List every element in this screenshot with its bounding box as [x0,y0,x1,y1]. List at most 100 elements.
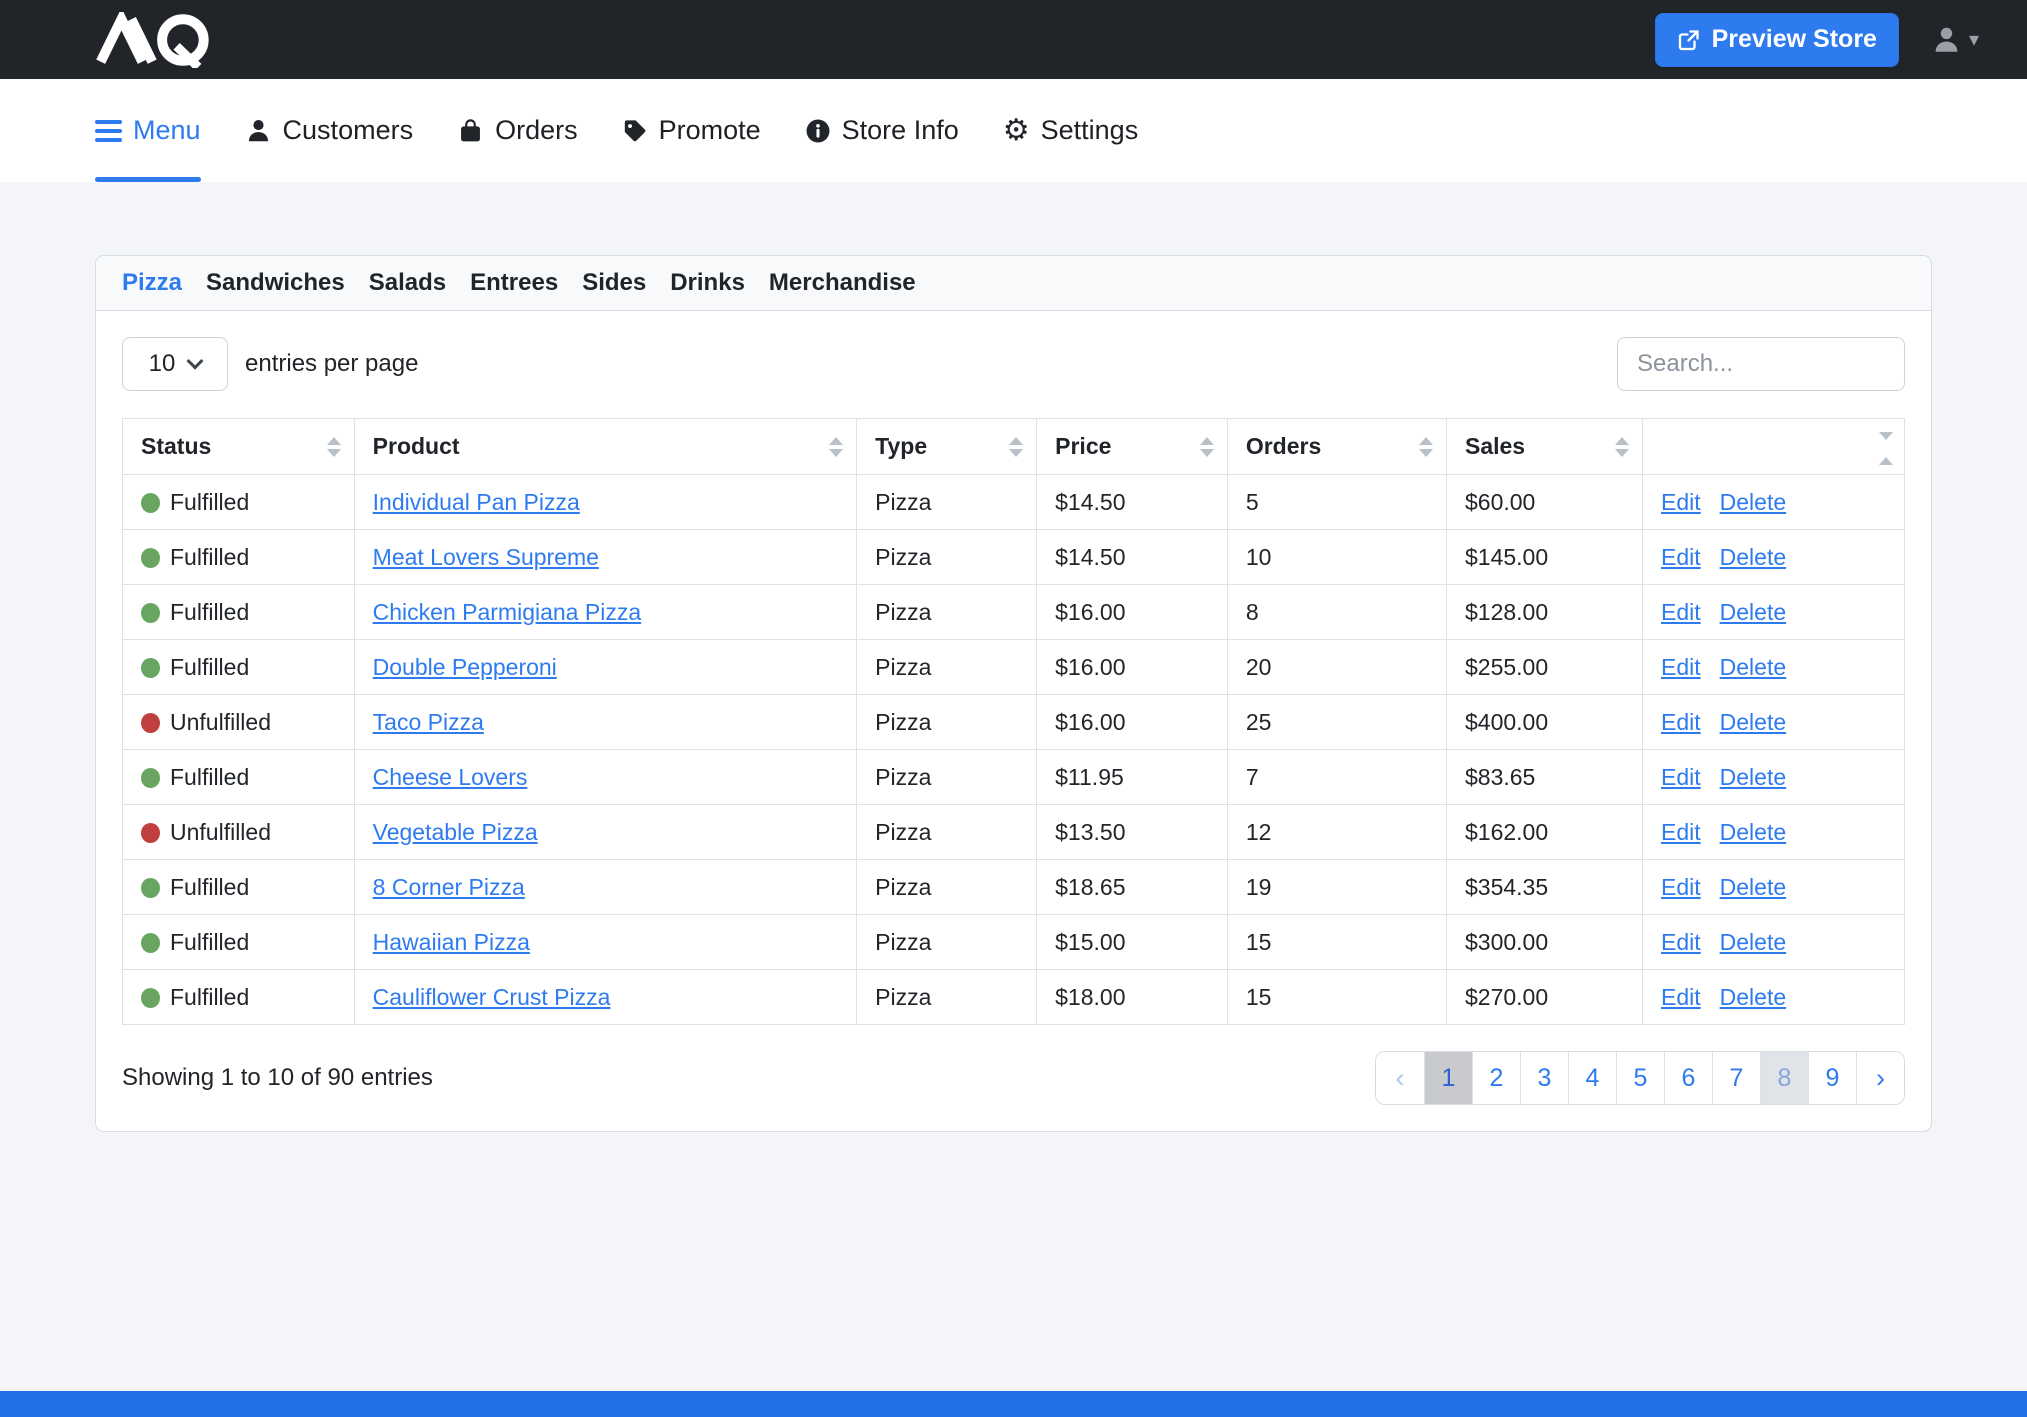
bottom-accent-bar [0,1391,2027,1417]
column-header-product[interactable]: Product [354,419,857,475]
user-menu[interactable]: ▾ [1931,24,1979,55]
tab-pizza[interactable]: Pizza [122,269,182,297]
product-link[interactable]: Cheese Lovers [373,764,528,790]
edit-link[interactable]: Edit [1661,489,1701,515]
price-cell: $18.65 [1037,860,1228,915]
tab-drinks[interactable]: Drinks [670,269,745,297]
tab-sides[interactable]: Sides [582,269,646,297]
delete-link[interactable]: Delete [1720,764,1786,790]
tab-salads[interactable]: Salads [369,269,446,297]
bag-icon [457,117,484,144]
table-row: Fulfilled Individual Pan Pizza Pizza $14… [123,475,1905,530]
pagination-page-4[interactable]: 4 [1568,1052,1616,1104]
nav-label: Promote [659,115,761,146]
product-link[interactable]: Hawaiian Pizza [373,929,530,955]
delete-link[interactable]: Delete [1720,874,1786,900]
nav-item-customers[interactable]: Customers [245,79,414,182]
product-link[interactable]: Cauliflower Crust Pizza [373,984,611,1010]
edit-link[interactable]: Edit [1661,929,1701,955]
delete-link[interactable]: Delete [1720,489,1786,515]
entries-per-page-select[interactable]: 10 [122,337,228,391]
status-label: Fulfilled [170,764,249,790]
products-table: Status Product Type Price Orders Sales [122,418,1905,1025]
edit-link[interactable]: Edit [1661,709,1701,735]
sales-cell: $255.00 [1446,640,1642,695]
hamburger-icon [95,120,122,142]
pagination-page-9[interactable]: 9 [1808,1052,1856,1104]
topbar: Preview Store ▾ [0,0,2027,79]
delete-link[interactable]: Delete [1720,599,1786,625]
edit-link[interactable]: Edit [1661,984,1701,1010]
delete-link[interactable]: Delete [1720,984,1786,1010]
column-header-price[interactable]: Price [1037,419,1228,475]
product-link[interactable]: Taco Pizza [373,709,484,735]
edit-link[interactable]: Edit [1661,544,1701,570]
delete-link[interactable]: Delete [1720,819,1786,845]
delete-link[interactable]: Delete [1720,654,1786,680]
sort-icon [1877,419,1893,474]
sort-icon [1009,437,1023,457]
status-dot [141,988,160,1008]
column-header-status[interactable]: Status [123,419,355,475]
pagination-page-7[interactable]: 7 [1712,1052,1760,1104]
pagination-page-8[interactable]: 8 [1760,1052,1808,1104]
pagination-page-6[interactable]: 6 [1664,1052,1712,1104]
orders-cell: 19 [1227,860,1446,915]
product-link[interactable]: Individual Pan Pizza [373,489,580,515]
delete-link[interactable]: Delete [1720,544,1786,570]
column-header-type[interactable]: Type [857,419,1037,475]
status-label: Fulfilled [170,874,249,900]
pagination-page-2[interactable]: 2 [1472,1052,1520,1104]
nav-item-promote[interactable]: Promote [622,79,761,182]
table-header-row: Status Product Type Price Orders Sales [123,419,1905,475]
pagination-next[interactable]: › [1856,1052,1904,1104]
preview-store-button[interactable]: Preview Store [1655,13,1899,67]
search-input[interactable] [1617,337,1905,391]
gear-icon: ⚙ [1003,116,1030,146]
pagination-page-1[interactable]: 1 [1424,1052,1472,1104]
status-label: Fulfilled [170,489,249,515]
type-cell: Pizza [857,750,1037,805]
product-link[interactable]: Double Pepperoni [373,654,557,680]
person-icon [1931,24,1962,55]
orders-cell: 12 [1227,805,1446,860]
price-cell: $11.95 [1037,750,1228,805]
column-header-sales[interactable]: Sales [1446,419,1642,475]
table-footer: Showing 1 to 10 of 90 entries ‹ 1 2 3 4 … [122,1051,1905,1105]
delete-link[interactable]: Delete [1720,709,1786,735]
edit-link[interactable]: Edit [1661,599,1701,625]
tab-merchandise[interactable]: Merchandise [769,269,916,297]
table-controls: 10 entries per page [122,337,1905,391]
orders-cell: 20 [1227,640,1446,695]
status-label: Fulfilled [170,544,249,570]
product-link[interactable]: 8 Corner Pizza [373,874,525,900]
nav-label: Menu [133,115,201,146]
type-cell: Pizza [857,805,1037,860]
edit-link[interactable]: Edit [1661,654,1701,680]
product-link[interactable]: Vegetable Pizza [373,819,538,845]
edit-link[interactable]: Edit [1661,764,1701,790]
nav-item-store-info[interactable]: Store Info [805,79,959,182]
product-link[interactable]: Chicken Parmigiana Pizza [373,599,641,625]
type-cell: Pizza [857,640,1037,695]
nav-item-settings[interactable]: ⚙ Settings [1003,79,1138,182]
price-cell: $14.50 [1037,475,1228,530]
tab-entrees[interactable]: Entrees [470,269,558,297]
column-header-orders[interactable]: Orders [1227,419,1446,475]
price-cell: $16.00 [1037,585,1228,640]
delete-link[interactable]: Delete [1720,929,1786,955]
table-row: Unfulfilled Vegetable Pizza Pizza $13.50… [123,805,1905,860]
type-cell: Pizza [857,585,1037,640]
edit-link[interactable]: Edit [1661,819,1701,845]
nav-label: Orders [495,115,578,146]
pagination-page-5[interactable]: 5 [1616,1052,1664,1104]
tab-sandwiches[interactable]: Sandwiches [206,269,345,297]
nav-item-menu[interactable]: Menu [95,79,201,182]
price-cell: $18.00 [1037,970,1228,1025]
pagination-page-3[interactable]: 3 [1520,1052,1568,1104]
edit-link[interactable]: Edit [1661,874,1701,900]
nav-item-orders[interactable]: Orders [457,79,578,182]
sales-cell: $300.00 [1446,915,1642,970]
product-link[interactable]: Meat Lovers Supreme [373,544,599,570]
pagination-prev[interactable]: ‹ [1376,1052,1424,1104]
